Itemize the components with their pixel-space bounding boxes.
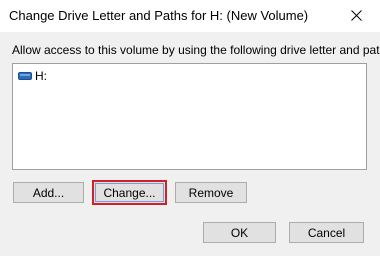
instruction-label: Allow access to this volume by using the… [12,43,380,57]
remove-button[interactable]: Remove [175,182,247,203]
ok-button[interactable]: OK [203,222,276,243]
change-button[interactable]: Change... [92,180,167,205]
list-item-h-drive[interactable]: H: [18,68,47,84]
change-button-label: Change... [95,183,164,202]
title-bar: Change Drive Letter and Paths for H: (Ne… [0,0,380,32]
add-button[interactable]: Add... [13,182,84,203]
drive-icon [18,72,32,80]
window-title: Change Drive Letter and Paths for H: (Ne… [9,8,309,23]
close-icon [351,10,362,21]
cancel-button[interactable]: Cancel [289,222,364,243]
close-button[interactable] [334,0,380,32]
list-item-label: H: [35,69,47,83]
drive-paths-list[interactable]: H: [12,63,367,170]
change-drive-letter-dialog: Change Drive Letter and Paths for H: (Ne… [0,0,380,256]
